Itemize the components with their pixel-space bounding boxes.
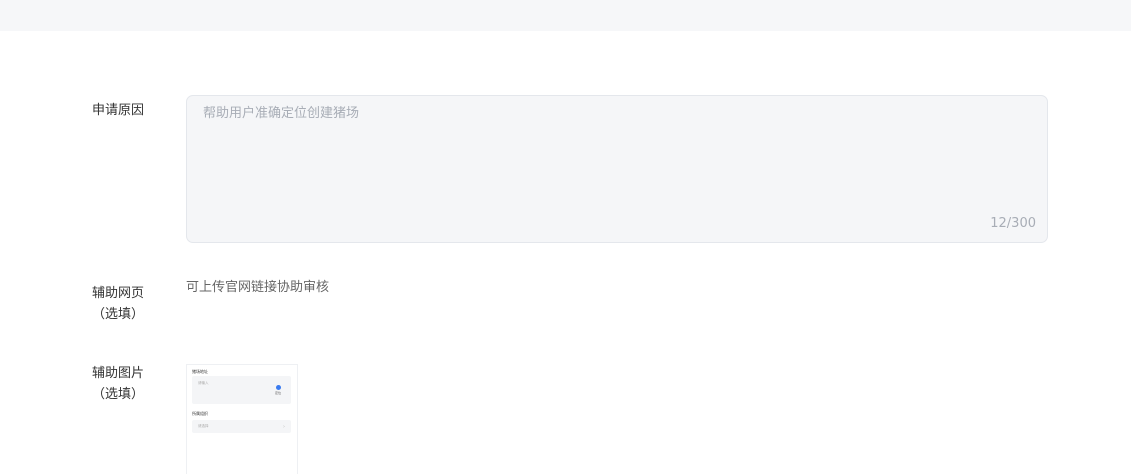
- image-label-optional: （选填）: [91, 387, 144, 402]
- reason-label-text: 申请原因: [91, 103, 144, 118]
- image-label-text: 辅助图片: [91, 366, 144, 381]
- reason-textarea[interactable]: 帮助用户准确定位创建猪场 12/300: [186, 95, 1048, 243]
- website-label-text: 辅助网页: [91, 286, 144, 301]
- website-label: 辅助网页 （选填）: [83, 283, 153, 325]
- location-pin-icon: [276, 385, 281, 390]
- thumb-org-field: 请选择: [192, 420, 291, 433]
- thumb-org-placeholder: 请选择: [198, 424, 209, 428]
- uploaded-image-thumbnail[interactable]: 猪场地址 请输入 定位 所属组织 请选择 ›: [186, 364, 298, 474]
- thumb-address-label: 猪场地址: [192, 369, 208, 374]
- website-hint: 可上传官网链接协助审核: [186, 280, 330, 295]
- thumb-locate-label: 定位: [275, 391, 282, 395]
- chevron-right-icon: ›: [283, 424, 285, 430]
- image-label: 辅助图片 （选填）: [83, 363, 153, 405]
- reason-text: 帮助用户准确定位创建猪场: [203, 106, 360, 121]
- reason-label: 申请原因: [83, 100, 153, 121]
- top-bar: [0, 0, 1131, 31]
- thumb-address-placeholder: 请输入: [198, 381, 209, 385]
- website-label-optional: （选填）: [91, 307, 144, 322]
- thumb-org-label: 所属组织: [192, 411, 208, 416]
- thumb-address-field: 请输入: [192, 376, 291, 404]
- reason-char-counter: 12/300: [990, 216, 1036, 231]
